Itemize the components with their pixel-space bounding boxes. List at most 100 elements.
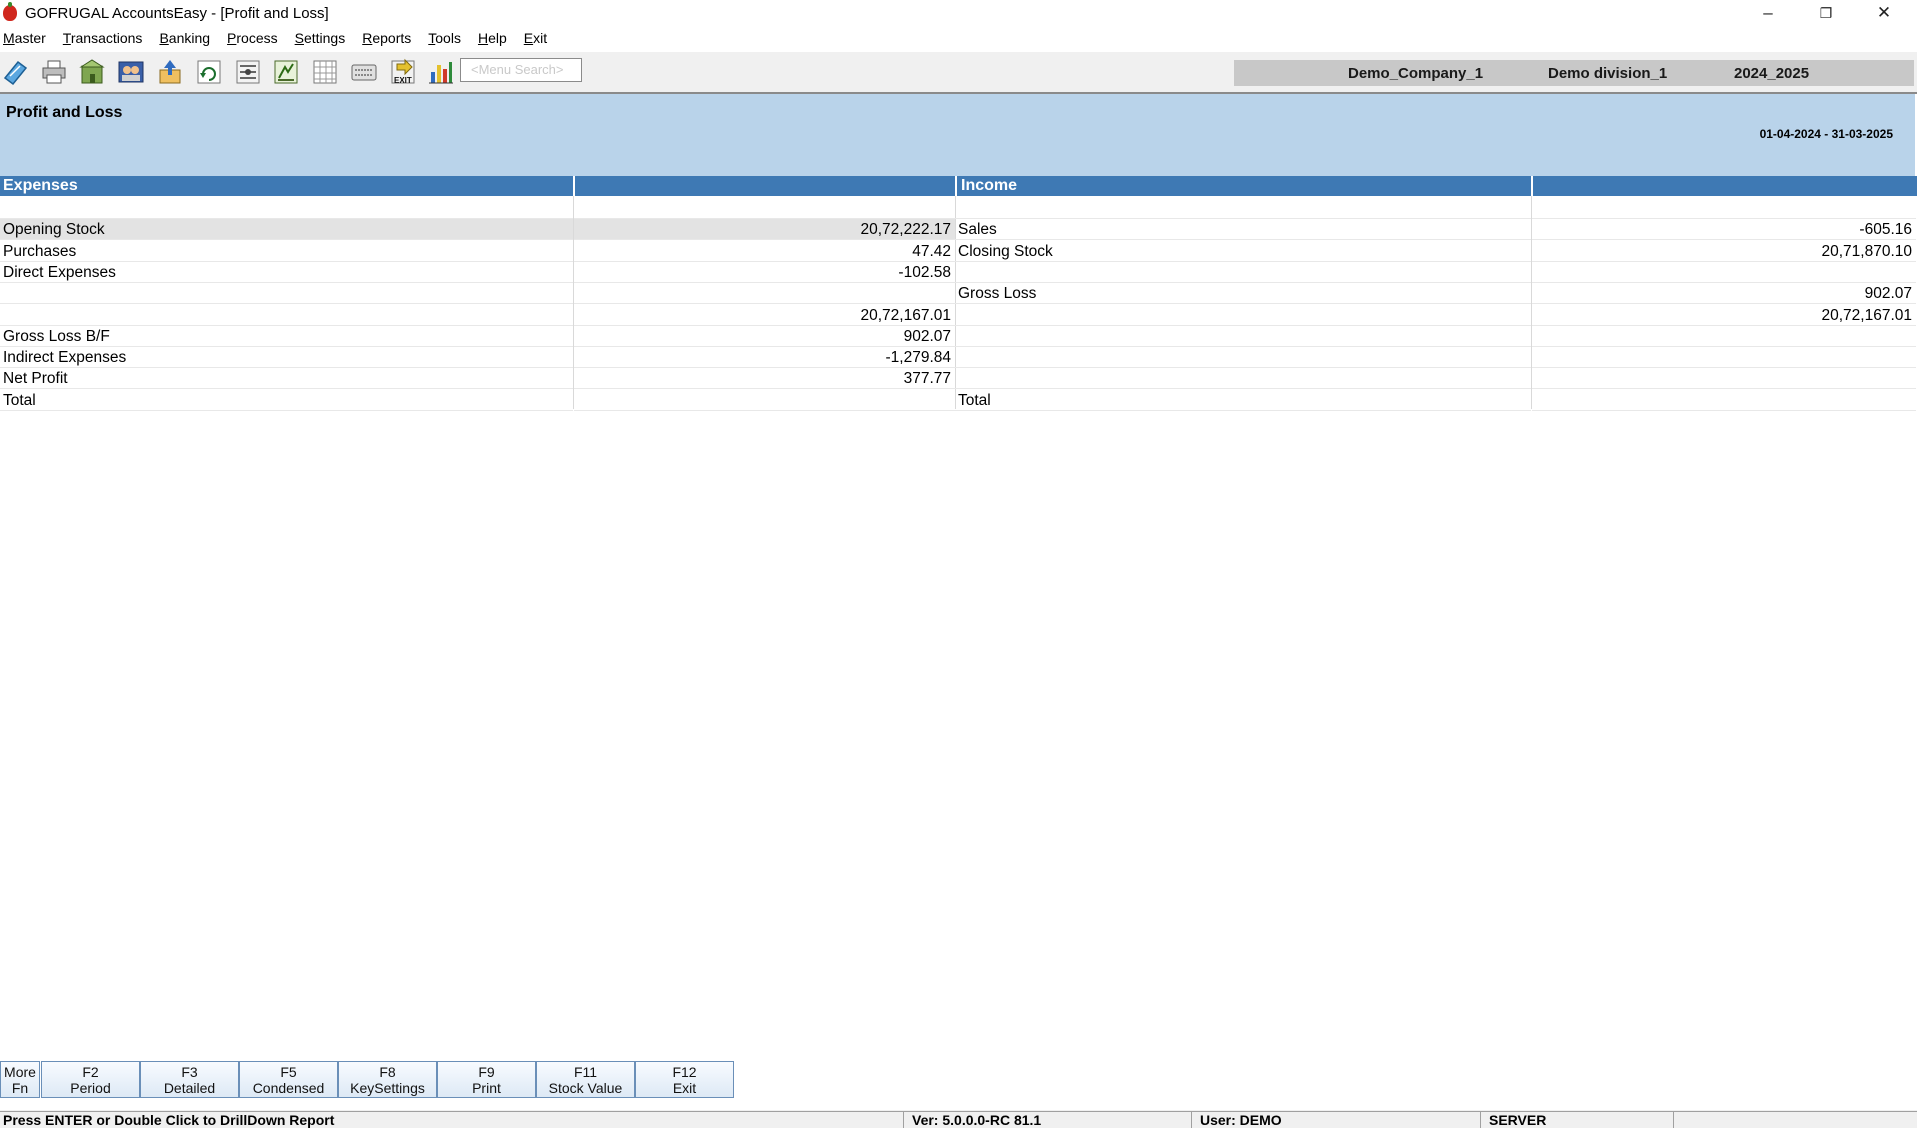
exp-row-label[interactable]: Indirect Expenses bbox=[0, 347, 573, 368]
exp-amount: 20,72,222.17 bbox=[860, 221, 951, 238]
exp-row-label[interactable]: Net Profit bbox=[0, 368, 573, 389]
exp-row-amount[interactable]: -102.58 bbox=[574, 262, 955, 283]
inc-row-amount[interactable] bbox=[1532, 368, 1916, 389]
exp-row-label[interactable]: Purchases bbox=[0, 241, 573, 262]
income-amount-header bbox=[1531, 176, 1917, 196]
exp-row-amount[interactable]: 20,72,167.01 bbox=[574, 305, 955, 326]
income-header-label: Income bbox=[961, 177, 1018, 194]
expenses-header: Expenses bbox=[0, 176, 573, 196]
restore-button[interactable]: ❐ bbox=[1797, 0, 1855, 26]
exp-row-label[interactable]: Total bbox=[0, 390, 573, 411]
inc-row-label[interactable] bbox=[955, 305, 1531, 326]
fnkey-code: F8 bbox=[379, 1064, 396, 1080]
exp-row-label[interactable] bbox=[0, 305, 573, 326]
fnkey-code: F5 bbox=[280, 1064, 297, 1080]
inc-row-amount[interactable]: 902.07 bbox=[1532, 283, 1916, 304]
inc-row-amount[interactable] bbox=[1532, 262, 1916, 283]
inc-row-amount[interactable] bbox=[1532, 326, 1916, 347]
menu-banking[interactable]: Banking bbox=[159, 30, 210, 46]
exp-row-amount[interactable]: 377.77 bbox=[574, 368, 955, 389]
grid-icon[interactable] bbox=[309, 56, 341, 88]
exp-row-amount[interactable] bbox=[574, 390, 955, 411]
exp-amount: 377.77 bbox=[903, 370, 951, 387]
menu-master[interactable]: Master bbox=[3, 30, 46, 46]
menu-process[interactable]: Process bbox=[227, 30, 278, 46]
more-fn-button[interactable]: More Fn bbox=[0, 1061, 40, 1098]
exp-row-label[interactable]: Direct Expenses bbox=[0, 262, 573, 283]
exp-amount: 20,72,167.01 bbox=[860, 307, 951, 324]
inc-amount: 902.07 bbox=[1864, 285, 1912, 302]
app-logo-icon bbox=[3, 2, 17, 21]
exp-label: Indirect Expenses bbox=[3, 349, 127, 366]
inc-row-amount[interactable] bbox=[1532, 390, 1916, 411]
pencil-ruler-icon[interactable] bbox=[0, 56, 32, 88]
network-icon[interactable] bbox=[232, 56, 264, 88]
menu-settings[interactable]: Settings bbox=[295, 30, 346, 46]
fnkey-label: Condensed bbox=[252, 1080, 325, 1096]
exit-button[interactable]: F12 Exit bbox=[635, 1061, 734, 1098]
print-button[interactable]: F9 Print bbox=[437, 1061, 536, 1098]
inc-row-label[interactable]: Gross Loss bbox=[955, 283, 1531, 304]
report-period: 01-04-2024 - 31-03-2025 bbox=[1759, 127, 1893, 141]
financial-year: 2024_2025 bbox=[1734, 65, 1810, 82]
stock-value-button[interactable]: F11 Stock Value bbox=[536, 1061, 635, 1098]
inc-row-label[interactable] bbox=[955, 347, 1531, 368]
inc-row-amount[interactable] bbox=[1532, 198, 1916, 219]
exp-row-amount[interactable]: 47.42 bbox=[574, 241, 955, 262]
inc-row-label[interactable] bbox=[955, 368, 1531, 389]
detailed-button[interactable]: F3 Detailed bbox=[140, 1061, 239, 1098]
status-version: Ver: 5.0.0.0-RC 81.1 bbox=[903, 1111, 1191, 1128]
exp-row-label[interactable] bbox=[0, 283, 573, 304]
exp-row-amount[interactable]: 902.07 bbox=[574, 326, 955, 347]
exp-row-amount[interactable]: 20,72,222.17 bbox=[574, 219, 955, 240]
keyboard-icon[interactable] bbox=[348, 56, 380, 88]
menu-help[interactable]: Help bbox=[478, 30, 507, 46]
status-bar: Press ENTER or Double Click to DrillDown… bbox=[0, 1110, 1917, 1128]
bar-chart-icon[interactable] bbox=[425, 56, 457, 88]
menu-tools[interactable]: Tools bbox=[428, 30, 461, 46]
close-button[interactable]: ✕ bbox=[1855, 0, 1913, 26]
inc-row-label[interactable]: Sales bbox=[955, 219, 1531, 240]
key-settings-button[interactable]: F8 KeySettings bbox=[338, 1061, 437, 1098]
exp-row-label[interactable] bbox=[0, 198, 573, 219]
building-icon[interactable] bbox=[76, 56, 108, 88]
inc-row-label[interactable]: Total bbox=[955, 390, 1531, 411]
export-icon[interactable] bbox=[154, 56, 186, 88]
people-icon[interactable] bbox=[115, 56, 147, 88]
inc-row-label[interactable] bbox=[955, 326, 1531, 347]
exit-icon[interactable]: EXIT bbox=[387, 56, 419, 88]
menu-search-input[interactable]: <Menu Search> bbox=[460, 58, 582, 82]
condensed-button[interactable]: F5 Condensed bbox=[239, 1061, 338, 1098]
exp-row-amount[interactable] bbox=[574, 198, 955, 219]
menu-exit[interactable]: Exit bbox=[524, 30, 547, 46]
expenses-header-label: Expenses bbox=[3, 177, 78, 194]
inc-row-amount[interactable]: 20,71,870.10 bbox=[1532, 241, 1916, 262]
inc-row-amount[interactable]: 20,72,167.01 bbox=[1532, 305, 1916, 326]
inc-row-amount[interactable]: -605.16 bbox=[1532, 219, 1916, 240]
inc-row-label[interactable]: Closing Stock bbox=[955, 241, 1531, 262]
inc-label: Closing Stock bbox=[958, 243, 1053, 260]
status-hint: Press ENTER or Double Click to DrillDown… bbox=[0, 1111, 903, 1128]
expenses-amount-header bbox=[573, 176, 956, 196]
exp-row-amount[interactable] bbox=[574, 283, 955, 304]
fnkey-code: F12 bbox=[672, 1064, 697, 1080]
menu-reports[interactable]: Reports bbox=[362, 30, 411, 46]
inc-row-label[interactable] bbox=[955, 198, 1531, 219]
menu-transactions[interactable]: Transactions bbox=[63, 30, 143, 46]
division-name: Demo division_1 bbox=[1548, 65, 1668, 82]
title-bar: GOFRUGAL AccountsEasy - [Profit and Loss… bbox=[0, 0, 1917, 26]
printer-icon[interactable] bbox=[38, 56, 70, 88]
minimize-button[interactable]: – bbox=[1739, 0, 1797, 26]
refresh-icon[interactable] bbox=[193, 56, 225, 88]
calculator-icon[interactable] bbox=[270, 56, 302, 88]
inc-label: Total bbox=[958, 392, 991, 409]
period-button[interactable]: F2 Period bbox=[41, 1061, 140, 1098]
exp-row-label[interactable]: Gross Loss B/F bbox=[0, 326, 573, 347]
company-info-bar: Demo_Company_1 Demo division_1 2024_2025 bbox=[1234, 60, 1914, 86]
exp-amount: -1,279.84 bbox=[885, 349, 952, 366]
inc-row-label[interactable] bbox=[955, 262, 1531, 283]
exp-row-label[interactable]: Opening Stock bbox=[0, 219, 573, 240]
status-server: SERVER bbox=[1480, 1111, 1673, 1128]
exp-row-amount[interactable]: -1,279.84 bbox=[574, 347, 955, 368]
inc-row-amount[interactable] bbox=[1532, 347, 1916, 368]
